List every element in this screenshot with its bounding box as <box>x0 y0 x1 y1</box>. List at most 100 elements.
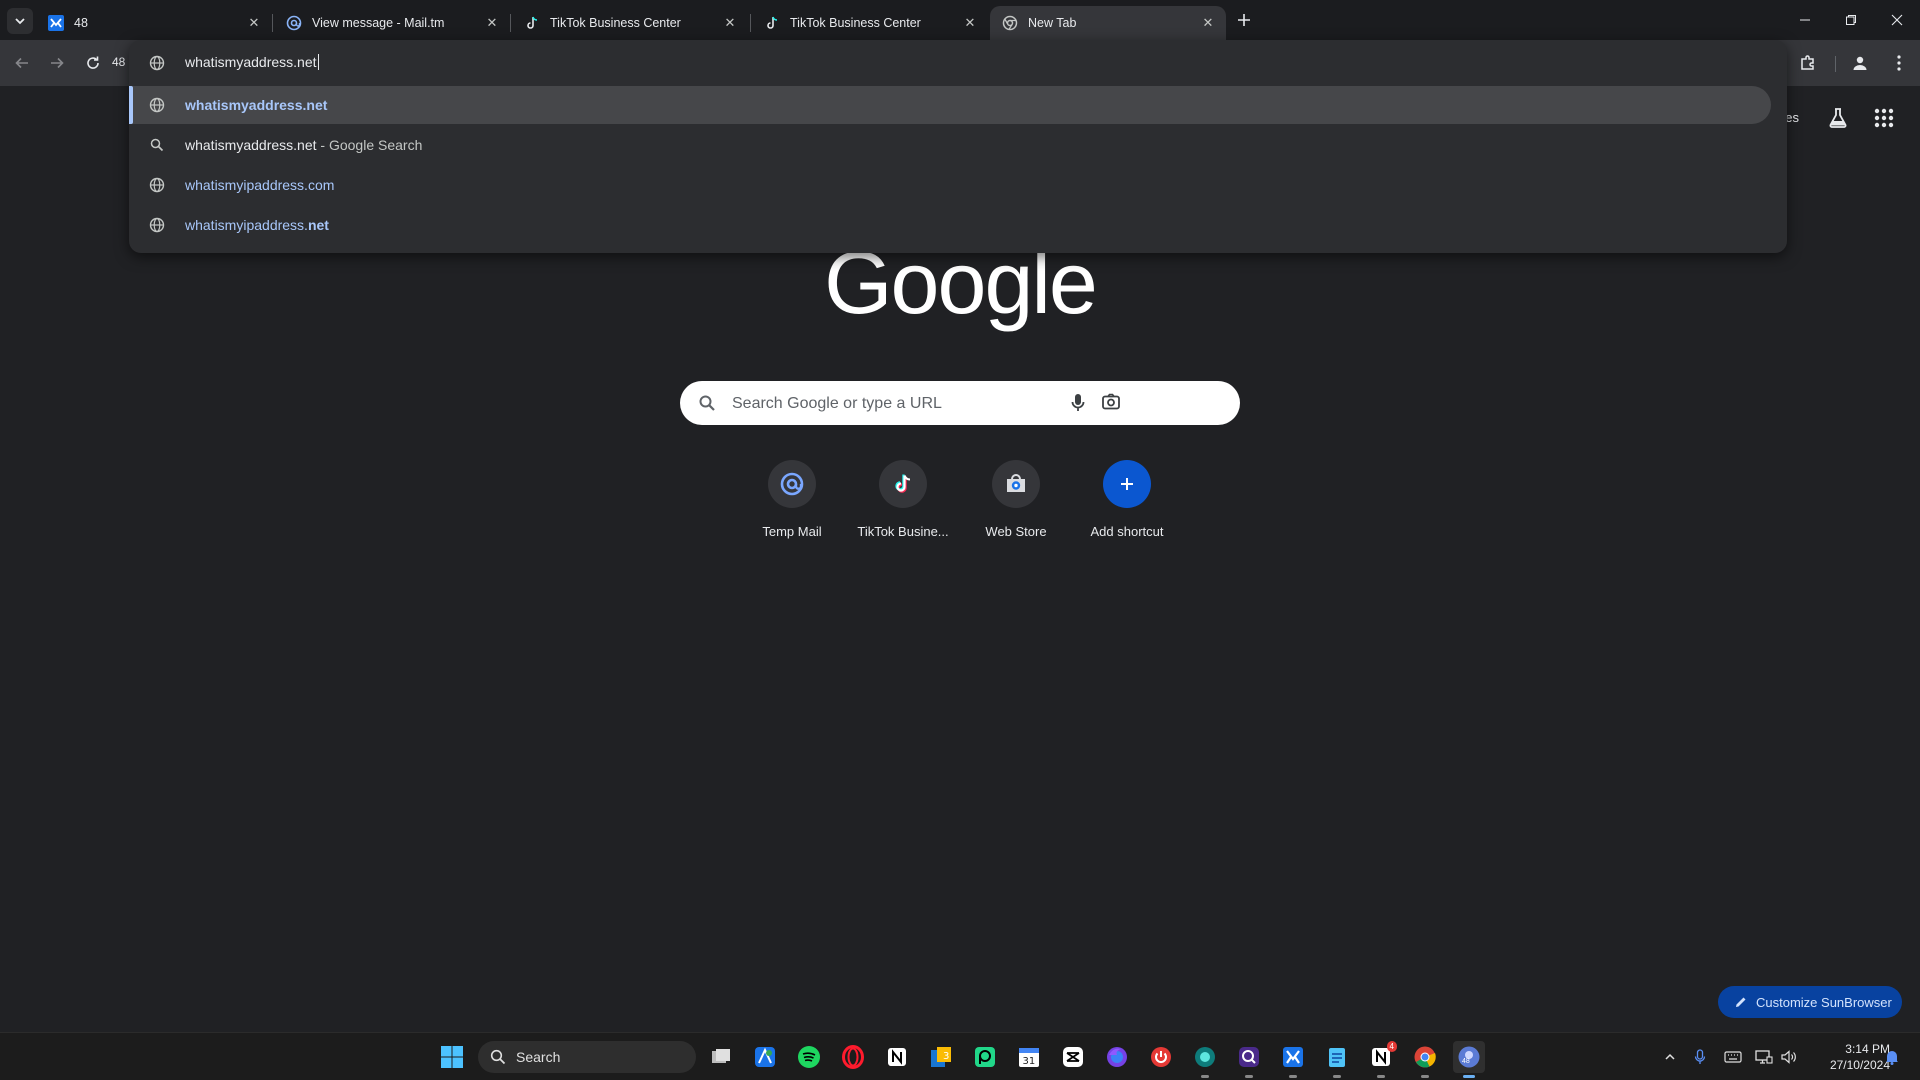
ntp-search-box[interactable] <box>680 381 1240 427</box>
taskbar-app-power[interactable] <box>1145 1041 1177 1073</box>
notion-icon <box>888 1048 906 1066</box>
chevron-up-icon <box>1665 1053 1675 1060</box>
tab-search-button[interactable] <box>7 8 33 34</box>
window-close-button[interactable] <box>1874 0 1920 40</box>
tray-network[interactable] <box>1754 1047 1774 1067</box>
tab-title: 48 <box>74 16 88 30</box>
close-icon <box>1891 14 1903 26</box>
clock-time: 3:14 PM <box>1845 1042 1890 1056</box>
extension-badge[interactable]: 48 <box>112 55 125 69</box>
google-calendar-icon: 31 <box>1019 1048 1039 1067</box>
running-indicator <box>1421 1075 1429 1078</box>
tab-divider <box>272 14 273 32</box>
suggestion-row[interactable]: whatismyipaddress.net <box>129 206 1771 244</box>
network-icon <box>1755 1050 1773 1064</box>
back-button[interactable] <box>8 49 36 77</box>
microphone-icon[interactable] <box>1070 393 1086 418</box>
taskbar-app-calendar-3[interactable]: 3 <box>925 1041 957 1073</box>
tab-new-tab[interactable]: New Tab ✕ <box>990 6 1226 40</box>
app-badge: 48 <box>1462 1058 1470 1065</box>
reload-button[interactable] <box>79 49 107 77</box>
close-icon[interactable]: ✕ <box>484 15 500 31</box>
suggestion-row[interactable]: whatismyaddress.net - Google Search <box>129 126 1771 164</box>
opera-icon <box>842 1045 864 1069</box>
taskbar-app-maps[interactable] <box>749 1041 781 1073</box>
close-icon[interactable]: ✕ <box>246 15 262 31</box>
tray-volume[interactable] <box>1779 1047 1799 1067</box>
taskbar-app-capcut[interactable] <box>1057 1041 1089 1073</box>
close-icon[interactable]: ✕ <box>962 15 978 31</box>
add-shortcut-button[interactable]: Add shortcut <box>1071 456 1183 556</box>
shortcut-label: TikTok Busine... <box>857 524 949 539</box>
taskbar-app-google-calendar[interactable]: 31 <box>1013 1041 1045 1073</box>
chrome-icon <box>1414 1046 1436 1068</box>
omnibox-input[interactable]: whatismyaddress.net <box>185 54 319 70</box>
start-button[interactable] <box>436 1041 468 1073</box>
suggestion-text: whatismyipaddress.net <box>185 217 329 233</box>
close-icon[interactable]: ✕ <box>722 15 738 31</box>
notifications-button[interactable] <box>1882 1047 1902 1067</box>
running-indicator <box>1377 1075 1385 1078</box>
suggestion-suffix: - Google Search <box>316 137 423 153</box>
taskbar-app-notion-badged[interactable]: 4 <box>1365 1041 1397 1078</box>
profile-button[interactable] <box>1846 49 1874 77</box>
system-clock[interactable]: 3:14 PM 27/10/2024 <box>1828 1041 1890 1073</box>
menu-button[interactable] <box>1885 49 1913 77</box>
svg-text:31: 31 <box>1023 1056 1036 1067</box>
taskbar-task-view[interactable] <box>705 1041 737 1073</box>
shortcut-temp-mail[interactable]: Temp Mail <box>736 456 848 556</box>
spotify-icon <box>798 1046 820 1068</box>
close-icon[interactable]: ✕ <box>1200 15 1216 31</box>
shortcut-tiktok[interactable]: TikTok Busine... <box>847 456 959 556</box>
forward-button[interactable] <box>43 49 71 77</box>
google-apps-button[interactable] <box>1872 106 1896 130</box>
tiktok-icon <box>879 460 927 508</box>
search-icon <box>490 1049 506 1065</box>
tab-mail-48[interactable]: 48 ✕ <box>36 6 272 40</box>
customize-button[interactable]: Customize SunBrowser <box>1718 986 1902 1018</box>
windows-taskbar: Search 3 31 4 48 3:14 PM 27/10/2024 <box>0 1032 1920 1080</box>
restore-button[interactable] <box>1828 0 1874 40</box>
tray-keyboard[interactable] <box>1723 1047 1743 1067</box>
tab-title: TikTok Business Center <box>790 16 921 30</box>
minimize-button[interactable] <box>1782 0 1828 40</box>
taskbar-app-spotify[interactable] <box>793 1041 825 1073</box>
taskbar-app-notepad[interactable] <box>1321 1041 1353 1078</box>
shortcut-web-store[interactable]: Web Store <box>960 456 1072 556</box>
taskbar-app-mail-m[interactable] <box>1277 1041 1309 1078</box>
mail-m-icon <box>48 15 64 31</box>
camera-lens-icon[interactable] <box>1101 392 1121 417</box>
show-hidden-icons-button[interactable] <box>1660 1047 1680 1067</box>
taskbar-app-sunbrowser[interactable]: 48 <box>1453 1041 1485 1078</box>
tab-tiktok-1[interactable]: TikTok Business Center ✕ <box>512 6 748 40</box>
suggestion-row[interactable]: whatismyaddress.net <box>129 86 1771 124</box>
mail-m-icon <box>1283 1047 1303 1067</box>
labs-button[interactable] <box>1826 106 1850 130</box>
taskbar-app-opera[interactable] <box>837 1041 869 1073</box>
omnibox-dropdown: whatismyaddress.net whatismyaddress.net … <box>129 40 1787 253</box>
tab-mail-tm[interactable]: View message - Mail.tm ✕ <box>274 6 510 40</box>
tab-divider <box>510 14 511 32</box>
taskbar-app-notion[interactable] <box>881 1041 913 1073</box>
puzzle-icon <box>1801 55 1814 70</box>
tab-tiktok-2[interactable]: TikTok Business Center ✕ <box>752 6 988 40</box>
suggestion-row[interactable]: whatismyipaddress.com <box>129 166 1771 204</box>
taskbar-app-pycharm[interactable] <box>969 1041 1001 1073</box>
suggestion-main: whatismyipaddress. <box>185 217 308 233</box>
omnibox[interactable]: whatismyaddress.net <box>129 40 1787 86</box>
person-icon <box>1853 56 1867 70</box>
svg-text:3: 3 <box>943 1051 949 1062</box>
calendar-3-icon: 3 <box>931 1047 951 1067</box>
taskbar-app-purple[interactable] <box>1233 1041 1265 1078</box>
tray-microphone[interactable] <box>1690 1047 1710 1067</box>
taskbar-app-firefox[interactable] <box>1101 1041 1133 1073</box>
new-tab-button[interactable] <box>1232 8 1256 32</box>
search-icon <box>698 394 716 417</box>
bell-icon <box>1886 1051 1898 1065</box>
customize-label: Customize SunBrowser <box>1756 994 1892 1010</box>
reload-icon <box>87 56 99 69</box>
taskbar-app-chrome[interactable] <box>1409 1041 1441 1078</box>
extensions-button[interactable] <box>1794 49 1822 77</box>
taskbar-app-teal-circle[interactable] <box>1189 1041 1221 1078</box>
taskbar-search[interactable]: Search <box>478 1041 696 1073</box>
